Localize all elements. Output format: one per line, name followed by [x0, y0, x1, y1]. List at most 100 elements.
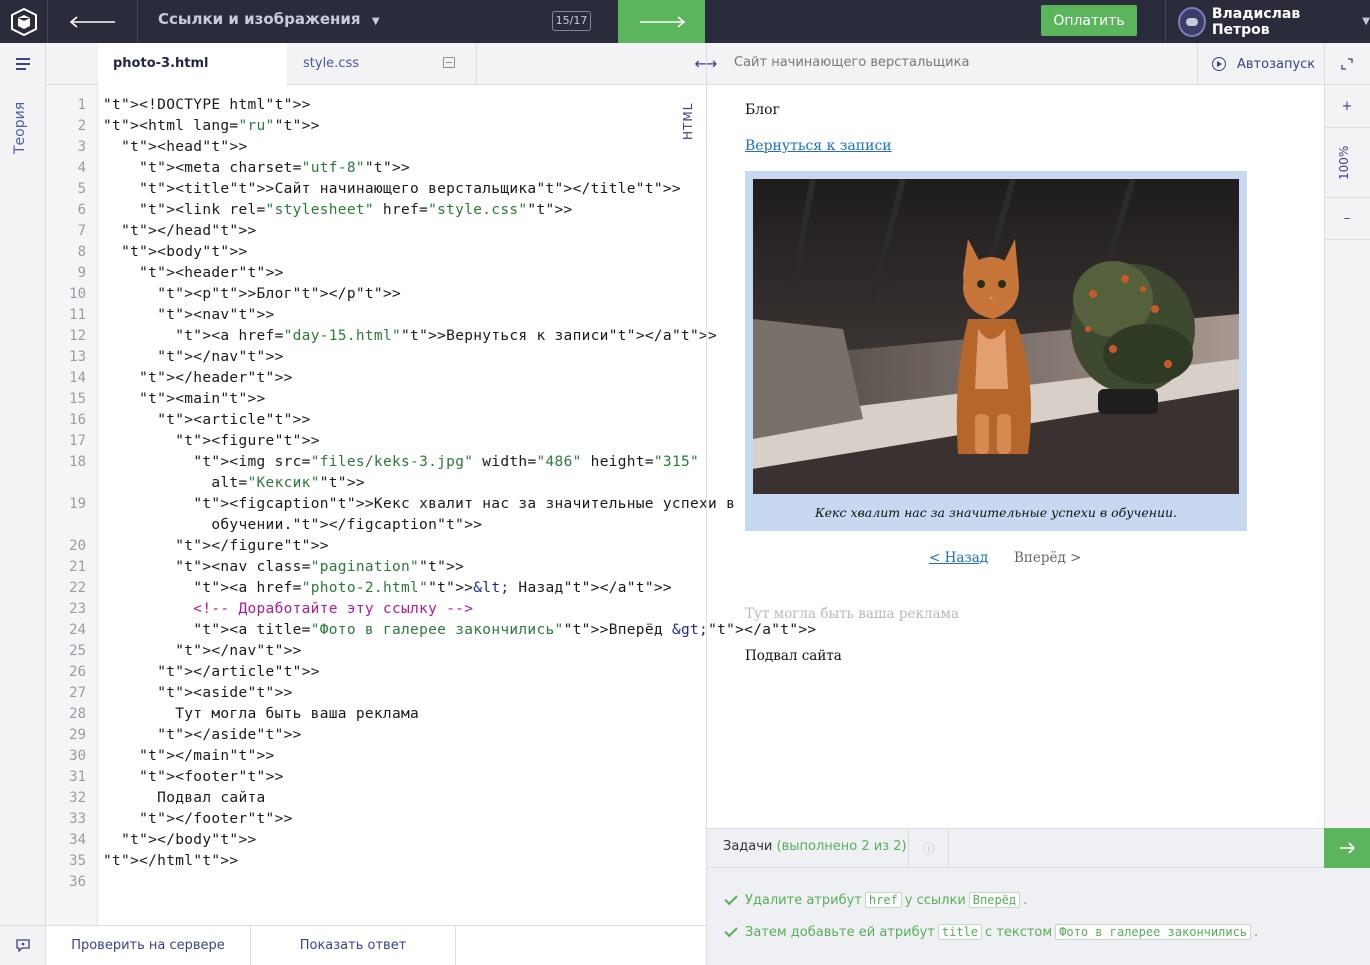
task-text: с текстом	[985, 924, 1053, 940]
line-number: 34	[69, 832, 86, 848]
panel-divider[interactable]	[706, 43, 707, 965]
info-icon[interactable]: ⓘ	[908, 828, 949, 868]
line-number: 18	[69, 454, 86, 470]
chevron-down-icon: ▼	[371, 16, 380, 27]
line-number: 25	[69, 643, 86, 659]
code-line: "t"><nav"t">>	[157, 307, 275, 323]
code-line: Тут могла быть ваша реклама	[103, 706, 420, 722]
code-line: обучении."t"></figcaption"t">>	[103, 517, 483, 533]
code-line: "t"><main"t">>	[139, 391, 266, 407]
pay-button[interactable]: Оплатить	[1041, 5, 1137, 36]
task-text: .	[1023, 892, 1028, 908]
preview-caption: Кекс хвалит нас за значительные успехи в…	[814, 505, 1178, 520]
zoom-out-button[interactable]: –	[1324, 197, 1370, 240]
line-number: 27	[69, 685, 86, 701]
code-line: "t"></html"t">>	[103, 853, 239, 869]
next-task-button[interactable]	[1324, 828, 1370, 868]
line-number: 5	[77, 181, 86, 197]
code-line: "t"><html lang="ru""t">>	[103, 118, 320, 134]
code-line: "t"><aside"t">>	[157, 685, 293, 701]
code-line: "t"></figure"t">>	[175, 538, 329, 554]
collapse-tab-icon[interactable]	[443, 57, 455, 68]
lesson-title-text: Ссылки и изображения	[158, 10, 361, 28]
line-number: 26	[69, 664, 86, 680]
check-on-server-button[interactable]: Проверить на сервере	[46, 925, 251, 965]
minus-icon: –	[1343, 211, 1351, 226]
code-line: "t"></aside"t">>	[157, 727, 302, 743]
task-code: Фото в галерее закончились	[1055, 924, 1252, 940]
theory-tab[interactable]: Теория	[6, 100, 40, 160]
next-step-button[interactable]	[618, 0, 705, 43]
back-button[interactable]	[48, 0, 138, 43]
code-line: "t"><p"t">>Блог"t"></p"t">>	[157, 286, 402, 302]
fullscreen-button[interactable]	[1324, 43, 1370, 85]
line-number: 20	[69, 538, 86, 554]
code-line: "t"></footer"t">>	[139, 811, 293, 827]
arrow-right-icon	[1340, 842, 1355, 854]
autorun-button[interactable]: Автозапуск	[1197, 43, 1324, 85]
preview-ad-text: Тут могла быть ваша реклама	[745, 606, 960, 622]
code-line: "t"><a href="day-15.html""t">>Вернуться …	[175, 328, 718, 344]
arrow-right-icon	[639, 15, 685, 28]
tab-photo-3-html[interactable]: photo-3.html	[98, 43, 287, 85]
line-number: 11	[69, 307, 86, 323]
code-line: "t"></article"t">>	[157, 664, 320, 680]
code-line: Подвал сайта	[103, 790, 266, 806]
hamburger-icon	[16, 58, 30, 70]
code-line: alt="Кексик""t">>	[103, 475, 365, 491]
line-number: 3	[77, 139, 86, 155]
zoom-in-button[interactable]: +	[1324, 85, 1370, 128]
logo[interactable]	[0, 0, 48, 43]
line-number: 4	[77, 160, 86, 176]
task-text: Затем добавьте ей атрибут	[745, 924, 935, 940]
line-number: 19	[69, 496, 86, 512]
check-icon	[724, 923, 738, 937]
line-number: 13	[69, 349, 86, 365]
editor-mode-text: HTML	[681, 102, 695, 140]
preview-prev-link[interactable]: < Назад	[929, 550, 988, 566]
line-number: 12	[69, 328, 86, 344]
tasks-label[interactable]: Задачи (выполнено 2 из 2)	[723, 839, 907, 854]
menu-button[interactable]	[0, 43, 46, 85]
line-number: 14	[69, 370, 86, 386]
code-line: "t"></main"t">>	[139, 748, 275, 764]
plus-icon: +	[1341, 98, 1353, 114]
preview-next-link[interactable]: Вперёд >	[1014, 550, 1081, 566]
line-number: 15	[69, 391, 86, 407]
feedback-button[interactable]	[0, 925, 46, 965]
line-number: 23	[69, 601, 86, 617]
code-line: "t"></body"t">>	[121, 832, 257, 848]
arrow-left-icon	[69, 15, 115, 28]
line-number: 17	[69, 433, 86, 449]
feedback-icon	[16, 939, 30, 952]
code-line: "t"><meta charset="utf-8""t">>	[139, 160, 411, 176]
line-number: 36	[69, 874, 86, 890]
task-code: href	[864, 892, 902, 908]
line-number: 30	[69, 748, 86, 764]
lesson-title[interactable]: Ссылки и изображения ▼	[158, 10, 380, 28]
code-line: "t"><head"t">>	[121, 139, 248, 155]
task-item: Затем добавьте ей атрибут title с тексто…	[723, 923, 1258, 940]
line-number: 8	[77, 244, 86, 260]
line-number: 33	[69, 811, 86, 827]
cat-image-icon	[753, 179, 1239, 494]
show-answer-button[interactable]: Показать ответ	[251, 925, 456, 965]
tasks-title: Задачи	[723, 839, 773, 854]
code-line: "t"><!DOCTYPE html"t">>	[103, 97, 311, 113]
line-number: 1	[77, 97, 86, 113]
task-item: Удалите атрибут href у ссылки Вперёд .	[723, 891, 1028, 908]
code-line: "t"></nav"t">>	[175, 643, 302, 659]
line-number: 2	[77, 118, 86, 134]
line-number: 32	[69, 790, 86, 806]
user-menu[interactable]: Владислав Петров ▼	[1165, 0, 1370, 43]
zoom-level: 100%	[1330, 140, 1360, 190]
chevron-down-icon: ▼	[1362, 16, 1370, 27]
user-name: Владислав Петров	[1211, 5, 1301, 38]
raccoon-icon	[1185, 17, 1198, 26]
preview-footer-text: Подвал сайта	[745, 648, 842, 664]
code-line: "t"><img src="files/keks-3.jpg" width="4…	[193, 454, 700, 470]
code-line: "t"><figcaption"t">>Кекс хвалит нас за з…	[193, 496, 736, 512]
code-line: "t"></head"t">>	[121, 223, 257, 239]
line-number: 16	[69, 412, 86, 428]
preview-back-link[interactable]: Вернуться к записи	[745, 138, 892, 154]
